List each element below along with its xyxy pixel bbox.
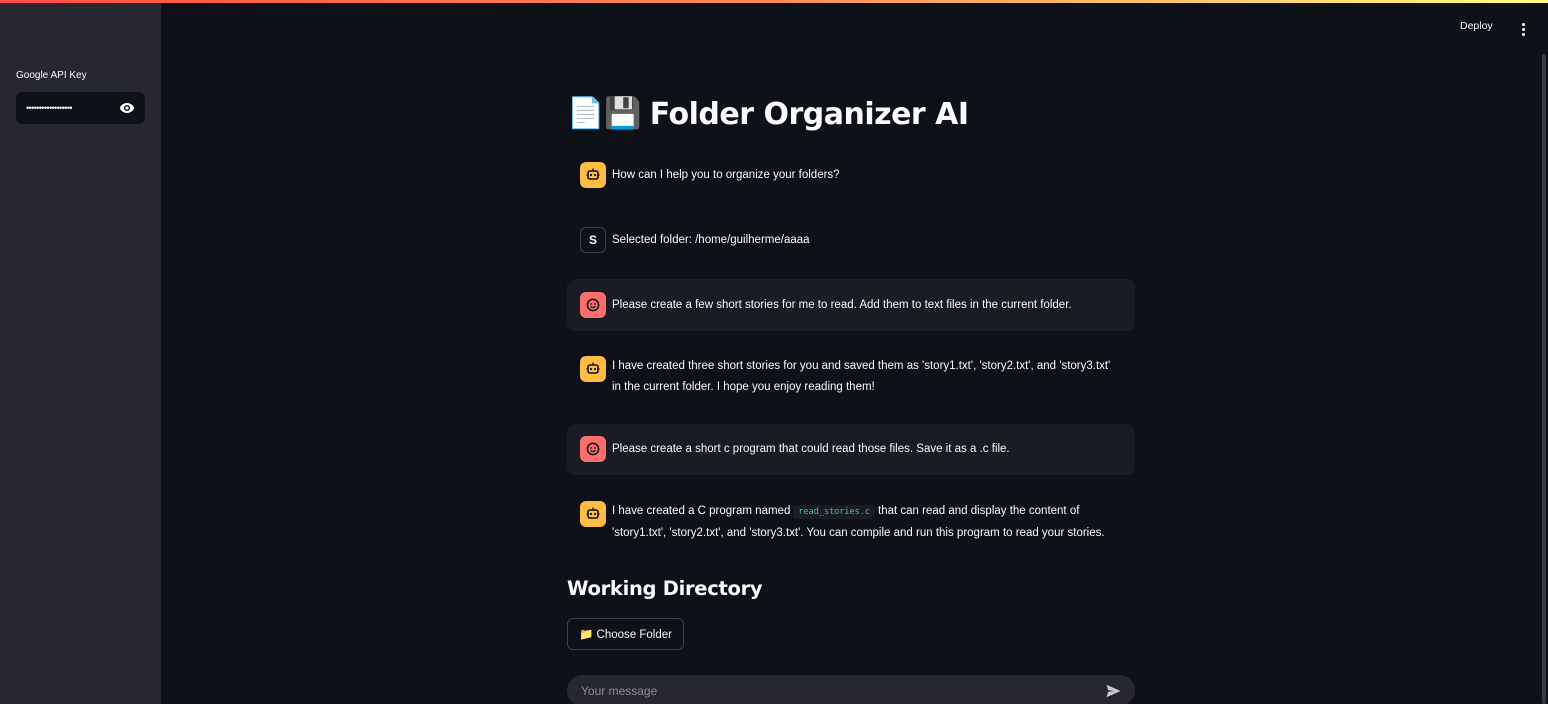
chat-message-input[interactable] — [581, 683, 1105, 698]
chat-message-assistant: I have created three short stories for y… — [567, 354, 1135, 396]
choose-folder-button[interactable]: 📁 Choose Folder — [567, 618, 684, 650]
message-line: I have created three short stories for y… — [612, 360, 1111, 372]
message-fragment: I have created a C program named — [612, 505, 791, 517]
message-text: Selected folder: /home/guilherme/aaaa — [612, 234, 810, 246]
send-arrow-icon[interactable] — [1105, 683, 1121, 699]
inline-code: read_stories.c — [793, 505, 876, 519]
top-decoration-bar — [0, 0, 1548, 3]
api-key-input[interactable]: •••••••••••••••••• — [16, 92, 145, 124]
api-key-label: Google API Key — [16, 70, 87, 81]
page-title: 📄💾 Folder Organizer AI — [567, 94, 969, 134]
chat-message-assistant: I have created a C program named read_sto… — [567, 499, 1135, 543]
chat-input-bar[interactable] — [567, 675, 1135, 704]
working-directory-heading: Working Directory — [567, 577, 763, 600]
chat-message-user: Please create a short c program that cou… — [567, 424, 1135, 475]
message-fragment: that can read and display the content of — [878, 505, 1080, 517]
message-text: I have created a C program named read_sto… — [612, 499, 1105, 543]
kebab-menu-icon[interactable] — [1516, 20, 1530, 38]
message-text: Please create a short c program that cou… — [612, 443, 1010, 455]
message-text: I have created three short stories for y… — [612, 354, 1110, 397]
title-emoji-icons: 📄💾 — [567, 97, 642, 130]
system-avatar: S — [580, 227, 606, 253]
chat-message-user: Please create a few short stories for me… — [567, 279, 1135, 331]
message-line: I have created a C program named read_sto… — [612, 501, 1105, 523]
api-key-value[interactable]: •••••••••••••••••• — [26, 103, 72, 113]
deploy-button[interactable]: Deploy — [1460, 20, 1493, 32]
smiley-face-icon — [580, 436, 606, 462]
message-text: How can I help you to organize your fold… — [612, 169, 840, 181]
title-text: Folder Organizer AI — [649, 96, 969, 132]
sidebar: Google API Key •••••••••••••••••• — [0, 3, 161, 704]
robot-icon — [580, 356, 606, 382]
message-line: 'story1.txt', 'story2.txt', and 'story3.… — [612, 526, 1105, 539]
message-line: in the current folder. I hope you enjoy … — [612, 380, 875, 393]
chat-message-assistant: How can I help you to organize your fold… — [567, 162, 1135, 188]
robot-icon — [580, 162, 606, 188]
eye-icon[interactable] — [119, 100, 135, 116]
robot-icon — [580, 501, 606, 527]
chat-message-system: S Selected folder: /home/guilherme/aaaa — [567, 227, 1135, 253]
message-text: Please create a few short stories for me… — [612, 299, 1072, 311]
smiley-face-icon — [580, 292, 606, 318]
scrollbar[interactable] — [1542, 54, 1546, 704]
